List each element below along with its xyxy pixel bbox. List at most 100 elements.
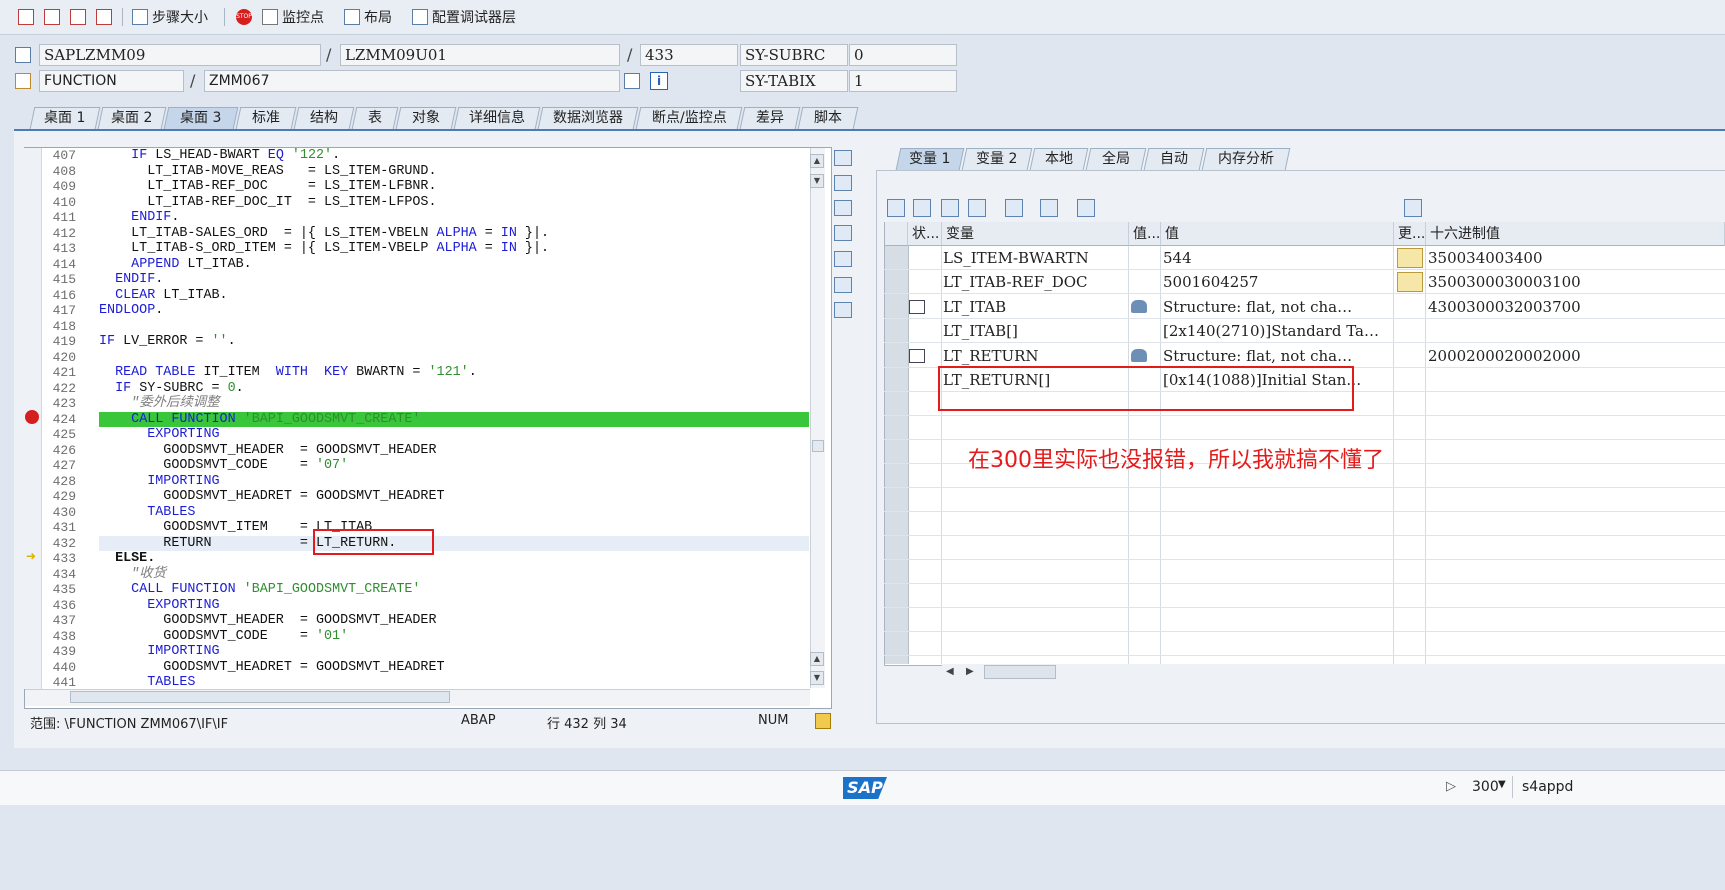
scroll-thumb[interactable] <box>812 440 824 452</box>
close-tool-icon[interactable] <box>834 150 852 166</box>
var-value[interactable]: Structure: flat, not cha… <box>1160 344 1392 368</box>
tab-diff[interactable]: 差异 <box>739 107 801 129</box>
step-size-button[interactable]: 步骤大小 <box>132 6 208 28</box>
table-row[interactable] <box>884 608 1725 632</box>
step-size-label: 步骤大小 <box>152 10 208 26</box>
filter-icon[interactable] <box>1077 199 1095 217</box>
edit-pencil-icon[interactable] <box>1397 248 1423 268</box>
event-name-field: ZMM067 <box>204 70 620 92</box>
info-icon[interactable]: i <box>650 72 668 90</box>
breakpoint-stop-icon[interactable] <box>25 410 39 424</box>
var-name: LT_ITAB-REF_DOC <box>943 273 1088 291</box>
tab-variables-2[interactable]: 变量 2 <box>961 148 1033 170</box>
edit-pencil-icon[interactable] <box>1397 272 1423 292</box>
client-dropdown-icon[interactable]: ▼ <box>1498 779 1506 790</box>
step-size-icon <box>132 9 148 25</box>
col-variable[interactable]: 变量 <box>942 222 1129 246</box>
continue-icon[interactable] <box>96 6 112 28</box>
single-step-icon[interactable] <box>18 6 34 28</box>
table-row[interactable] <box>884 584 1725 608</box>
line-number: 409 <box>52 179 76 194</box>
tab-standard[interactable]: 标准 <box>235 107 297 129</box>
var-value[interactable]: 5001604257 <box>1160 270 1392 294</box>
col-value[interactable]: 值 <box>1161 222 1394 246</box>
line-number: 435 <box>52 582 76 597</box>
return-icon[interactable] <box>70 6 86 28</box>
transfer-icon[interactable] <box>1040 199 1058 217</box>
notes-icon[interactable] <box>815 713 831 729</box>
scroll-down-bottom-icon[interactable]: ▼ <box>810 671 824 685</box>
tab-memory-analysis[interactable]: 内存分析 <box>1201 148 1291 170</box>
table-row[interactable] <box>884 488 1725 512</box>
code-vertical-scrollbar[interactable] <box>810 148 825 688</box>
tab-auto[interactable]: 自动 <box>1143 148 1205 170</box>
tab-desktop-2[interactable]: 桌面 2 <box>97 107 167 129</box>
split-icon[interactable] <box>1005 199 1023 217</box>
play-icon[interactable]: ▷ <box>1446 779 1456 794</box>
line-number: 416 <box>52 287 76 303</box>
scroll-up-bottom-icon[interactable]: ▲ <box>810 652 824 666</box>
execute-icon[interactable] <box>44 6 60 28</box>
tab-locals[interactable]: 本地 <box>1029 148 1089 170</box>
grid-horizontal-scrollbar[interactable] <box>942 664 1725 682</box>
col-change[interactable]: 更... <box>1394 222 1426 246</box>
highlight-box-return <box>313 529 434 555</box>
var-value[interactable]: 544 <box>1160 246 1392 270</box>
tab-desktop-3[interactable]: 桌面 3 <box>163 107 239 129</box>
tab-globals[interactable]: 全局 <box>1085 148 1147 170</box>
navigate-icon[interactable] <box>624 73 640 89</box>
watchpoint-button[interactable]: 监控点 <box>262 6 324 28</box>
grid-scroll-thumb[interactable] <box>984 665 1056 679</box>
scroll-down-icon[interactable]: ▼ <box>810 174 824 188</box>
maximize-tool-icon[interactable] <box>834 225 852 241</box>
scroll-right-icon[interactable]: ▶ <box>966 666 974 677</box>
table-row[interactable] <box>884 536 1725 560</box>
var-value[interactable]: Structure: flat, not cha… <box>1160 295 1392 319</box>
services-tool-icon[interactable] <box>834 277 852 293</box>
tab-script[interactable]: 脚本 <box>797 107 859 129</box>
tab-data-browser[interactable]: 数据浏览器 <box>537 107 639 129</box>
stop-button[interactable]: STOP <box>236 6 252 28</box>
h-scroll-thumb[interactable] <box>70 691 450 703</box>
tab-variables-1[interactable]: 变量 1 <box>895 148 965 170</box>
code-comment-423: "委外后续调整 <box>131 396 220 411</box>
hat-icon[interactable] <box>1131 300 1147 313</box>
line-number: 420 <box>52 349 76 365</box>
line-number: 422 <box>52 380 76 396</box>
insert-icon[interactable] <box>913 199 931 217</box>
hat-icon[interactable] <box>1131 349 1147 362</box>
tab-details[interactable]: 详细信息 <box>453 107 541 129</box>
table-row[interactable] <box>884 416 1725 440</box>
var-hex: 3500300030003100 <box>1428 273 1581 291</box>
config-debugger-button[interactable]: 配置调试器层 <box>412 6 516 28</box>
copy-icon[interactable] <box>941 199 959 217</box>
line-number: 437 <box>52 613 76 628</box>
scroll-up-icon[interactable]: ▲ <box>810 154 824 168</box>
swap-tool-icon[interactable] <box>834 200 852 216</box>
delete-row-icon[interactable] <box>968 199 986 217</box>
resize-tool-icon[interactable] <box>834 251 852 267</box>
delete-icon[interactable] <box>887 199 905 217</box>
col-status[interactable]: 状... <box>908 222 942 246</box>
scroll-left-icon[interactable]: ◀ <box>946 666 954 677</box>
table-row[interactable] <box>884 512 1725 536</box>
new-tool-icon[interactable] <box>834 175 852 191</box>
config-debugger-label: 配置调试器层 <box>432 10 516 26</box>
tab-desktop-1[interactable]: 桌面 1 <box>29 107 101 129</box>
table-row[interactable] <box>884 632 1725 656</box>
col-hex-value[interactable]: 十六进制值 <box>1426 222 1725 246</box>
tab-structure[interactable]: 结构 <box>293 107 355 129</box>
line-number: 428 <box>52 473 76 489</box>
table-row[interactable] <box>884 560 1725 584</box>
highlight-box-lt-return <box>938 366 1354 411</box>
col-value-type[interactable]: 值... <box>1129 222 1161 246</box>
save-icon[interactable] <box>1404 199 1422 217</box>
tab-table[interactable]: 表 <box>351 107 399 129</box>
var-value[interactable]: [2x140(2710)]Standard Ta… <box>1160 319 1392 343</box>
tab-breakpoints[interactable]: 断点/监控点 <box>635 107 743 129</box>
tab-object[interactable]: 对象 <box>395 107 457 129</box>
line-number: 434 <box>52 566 76 582</box>
settings-tool-icon[interactable] <box>834 302 852 318</box>
line-number: 436 <box>52 597 76 613</box>
layout-button[interactable]: 布局 <box>344 6 392 28</box>
